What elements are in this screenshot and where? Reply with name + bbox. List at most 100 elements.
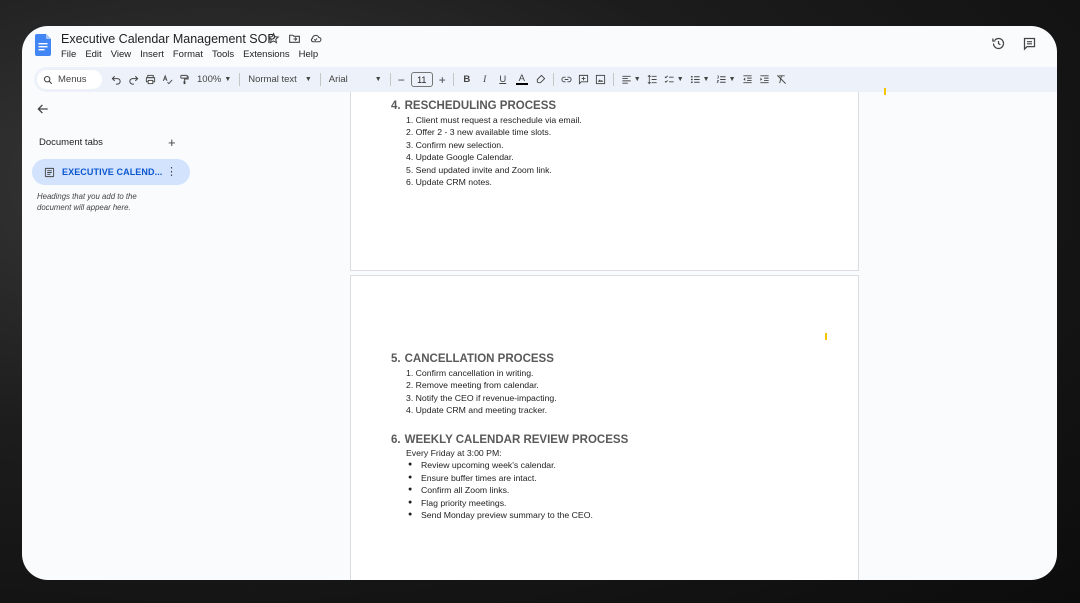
list-item: 5. Send updated invite and Zoom link. [406, 164, 552, 175]
more-options-icon[interactable]: ⋮ [166, 165, 177, 179]
search-menus-label: Menus [58, 74, 87, 85]
version-history-icon[interactable] [991, 36, 1006, 51]
decrease-indent-button[interactable] [739, 70, 756, 89]
underline-button[interactable]: U [494, 70, 512, 89]
checklist-button[interactable]: ▼ [661, 70, 687, 89]
numbered-list: 1. Confirm cancellation in writing. 2. R… [406, 367, 557, 417]
italic-button[interactable]: I [476, 70, 494, 89]
list-item: 3. Confirm new selection. [406, 139, 504, 150]
numbered-list-icon [716, 75, 726, 83]
redo-icon [129, 75, 139, 85]
text-color-swatch [515, 83, 528, 85]
document-tabs-label: Document tabs [39, 137, 103, 148]
print-icon [145, 74, 156, 85]
chevron-down-icon: ▼ [676, 76, 684, 83]
list-item: 4. Update CRM and meeting tracker. [406, 405, 547, 416]
numbered-list-button[interactable]: ▼ [713, 70, 739, 89]
undo-button[interactable] [108, 70, 125, 89]
section-heading: 4. RESCHEDULING PROCESS [391, 100, 582, 112]
undo-icon [111, 75, 121, 85]
list-item: 2. Offer 2 - 3 new available time slots. [406, 127, 552, 138]
menu-format[interactable]: Format [173, 49, 203, 60]
highlight-button[interactable] [532, 70, 549, 89]
chevron-down-icon: ▼ [633, 76, 641, 83]
list-item: Flag priority meetings. [408, 497, 628, 510]
increase-indent-icon [759, 75, 769, 84]
print-button[interactable] [142, 70, 159, 89]
decrease-font-size-button[interactable]: − [395, 70, 408, 89]
zoom-select[interactable]: 100% ▼ [193, 74, 235, 85]
chevron-down-icon: ▼ [374, 76, 382, 83]
image-icon [595, 74, 605, 85]
tab-label: EXECUTIVE CALEND... [62, 167, 163, 177]
menu-help[interactable]: Help [299, 49, 319, 60]
section-number: 5. [391, 353, 401, 365]
line-spacing-icon [647, 74, 657, 85]
bulleted-list-button[interactable]: ▼ [687, 70, 713, 89]
toolbar-divider [552, 73, 554, 86]
document-page-2[interactable]: 5. CANCELLATION PROCESS 1. Confirm cancel… [350, 275, 859, 580]
cloud-status-icon[interactable] [309, 32, 322, 45]
highlighter-icon [536, 74, 546, 84]
link-icon [561, 76, 572, 83]
add-comment-button[interactable] [575, 70, 592, 89]
back-arrow-icon[interactable] [36, 102, 50, 116]
search-icon [43, 75, 53, 84]
menu-view[interactable]: View [111, 49, 131, 60]
toolbar-divider [612, 73, 614, 86]
text-color-letter: A [518, 73, 525, 84]
chevron-down-icon: ▼ [728, 76, 736, 83]
move-folder-icon[interactable] [288, 32, 301, 45]
redo-button[interactable] [125, 70, 142, 89]
increase-indent-button[interactable] [756, 70, 773, 89]
list-item: Ensure buffer times are intact. [408, 472, 628, 485]
menu-extensions[interactable]: Extensions [243, 49, 289, 60]
line-spacing-button[interactable] [644, 70, 661, 89]
collaborator-cursor [825, 333, 827, 340]
list-item: 1. Confirm cancellation in writing. [406, 368, 534, 378]
insert-image-button[interactable] [592, 70, 609, 89]
menu-file[interactable]: File [61, 49, 76, 60]
docs-window: Executive Calendar Management SOP File E… [22, 26, 1057, 580]
title-bar: Executive Calendar Management SOP File E… [22, 26, 1057, 66]
clear-formatting-button[interactable] [773, 70, 790, 89]
bulleted-list: Review upcoming week's calendar. Ensure … [408, 459, 628, 521]
insert-link-button[interactable] [558, 70, 575, 89]
section-number: 4. [391, 100, 401, 112]
menu-tools[interactable]: Tools [212, 49, 234, 60]
title-icons [267, 32, 322, 45]
decrease-indent-icon [742, 75, 752, 84]
top-right-actions [991, 36, 1037, 51]
bulleted-list-icon [690, 75, 700, 84]
bold-button[interactable]: B [458, 70, 476, 89]
comments-icon[interactable] [1022, 36, 1037, 51]
text-color-button[interactable]: A [512, 70, 532, 89]
document-page-1[interactable]: 4. RESCHEDULING PROCESS 1. Client must re… [350, 92, 859, 271]
font-select[interactable]: Arial ▼ [325, 74, 386, 85]
spellcheck-button[interactable] [159, 70, 176, 89]
add-tab-button[interactable]: + [168, 135, 176, 150]
docs-logo-icon[interactable] [35, 34, 51, 56]
menu-edit[interactable]: Edit [85, 49, 101, 60]
section-weekly-review: 6. WEEKLY CALENDAR REVIEW PROCESS Every F… [391, 434, 628, 522]
align-left-icon [622, 75, 631, 84]
style-select[interactable]: Normal text ▼ [244, 74, 316, 85]
clear-formatting-icon [776, 75, 786, 84]
tab-executive-calendar[interactable]: EXECUTIVE CALEND... ⋮ [32, 159, 190, 185]
font-value: Arial [328, 74, 348, 85]
checklist-icon [664, 75, 674, 83]
paint-format-button[interactable] [176, 70, 193, 89]
list-item: 4. Update Google Calendar. [406, 152, 514, 163]
align-button[interactable]: ▼ [618, 70, 644, 89]
increase-font-size-button[interactable]: + [436, 70, 449, 89]
list-item: 6. Update CRM notes. [406, 177, 492, 188]
font-size-input[interactable]: 11 [410, 72, 433, 87]
document-title[interactable]: Executive Calendar Management SOP [61, 32, 276, 46]
star-icon[interactable] [267, 32, 280, 45]
search-menus[interactable]: Menus [37, 70, 102, 89]
paint-format-icon [180, 74, 189, 85]
menu-insert[interactable]: Insert [140, 49, 164, 60]
list-item: 2. Remove meeting from calendar. [406, 380, 539, 391]
toolbar-divider [239, 73, 241, 86]
toolbar-divider [452, 73, 454, 86]
